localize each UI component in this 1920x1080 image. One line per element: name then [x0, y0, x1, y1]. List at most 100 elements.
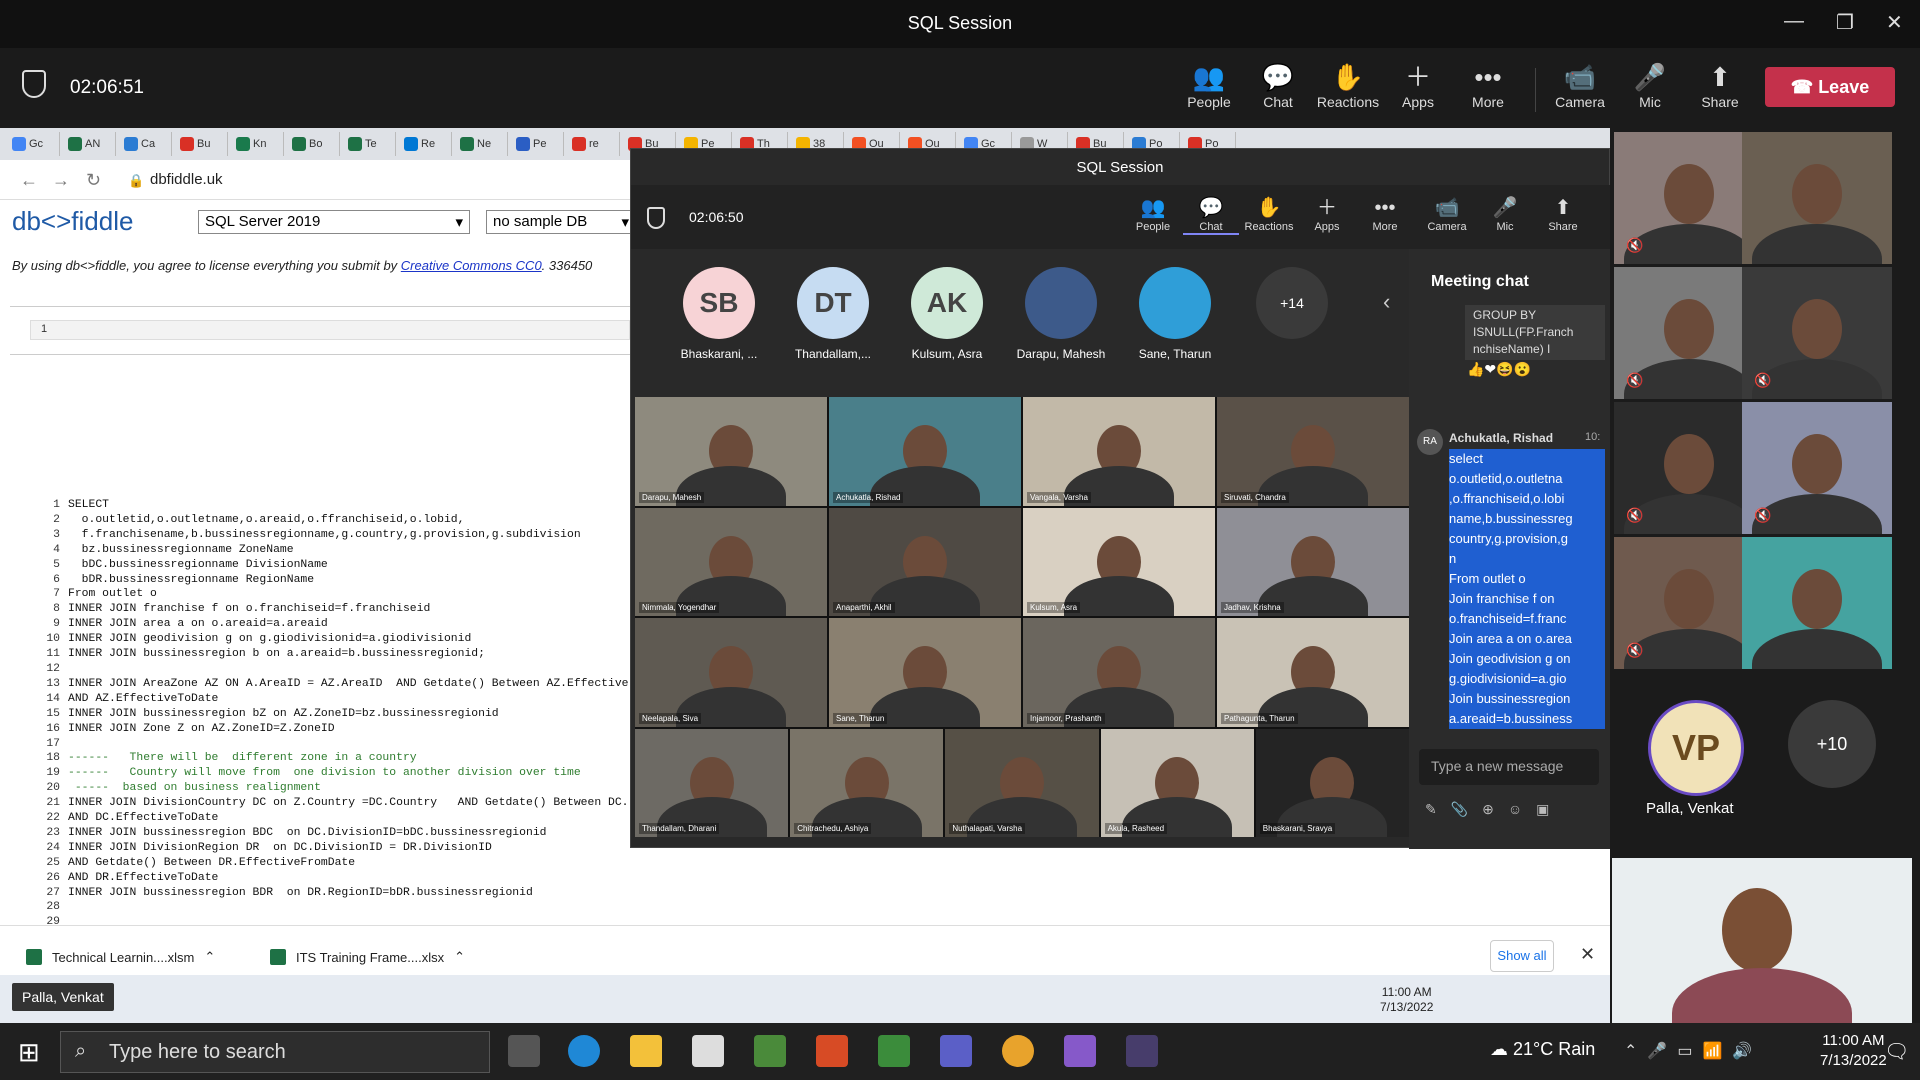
participant-video-tile[interactable]: Neelapala, Siva — [635, 618, 827, 727]
app-icon[interactable] — [754, 1035, 786, 1067]
browser-tab[interactable]: Kn — [232, 132, 284, 156]
teams-icon[interactable] — [940, 1035, 972, 1067]
browser-tab[interactable]: Gc — [8, 132, 60, 156]
participant-video-tile[interactable]: Injamoor, Prashanth — [1022, 618, 1215, 727]
terminal-icon[interactable] — [1126, 1035, 1158, 1067]
participant-video-tile[interactable]: Akula, Rasheed — [1100, 728, 1254, 837]
more-participants-button[interactable]: +14 — [1256, 267, 1328, 339]
share-button[interactable]: ⬆ Share — [1535, 195, 1591, 233]
people-button[interactable]: 👥 People — [1125, 195, 1181, 233]
browser-tab[interactable]: re — [568, 132, 620, 156]
windows-start-icon[interactable]: ⊞ — [18, 1037, 40, 1068]
chevron-up-icon[interactable]: ⌃ — [454, 949, 465, 965]
participant-video-tile[interactable]: Sane, Tharun — [828, 618, 1021, 727]
browser-tab[interactable]: Re — [400, 132, 452, 156]
browser-tab[interactable]: Bu — [176, 132, 228, 156]
more-button[interactable]: ••• More — [1357, 195, 1413, 233]
forward-icon[interactable]: → — [52, 170, 70, 191]
editor-batch-1[interactable]: 1 — [30, 320, 630, 340]
close-icon[interactable]: ✕ — [1886, 10, 1903, 35]
show-all-button[interactable]: Show all — [1490, 940, 1554, 972]
participant-video-tile[interactable]: 🔇 — [1742, 402, 1892, 534]
chat-button[interactable]: 💬 Chat — [1183, 195, 1239, 235]
participant-video-tile[interactable] — [1742, 132, 1892, 264]
participant-video-tile[interactable]: Siruvati, Chandra — [1216, 397, 1409, 506]
apps-button[interactable]: ＋ Apps — [1299, 195, 1355, 233]
participant-avatar[interactable]: DT Thandallam,... — [773, 267, 893, 361]
apps-button[interactable]: ＋ Apps — [1383, 60, 1453, 110]
browser-tab[interactable]: Bo — [288, 132, 340, 156]
participant-video-tile[interactable]: Thandallam, Dharani — [635, 728, 789, 837]
engine-select[interactable]: SQL Server 2019 — [198, 210, 470, 234]
browser-tab[interactable]: Ne — [456, 132, 508, 156]
tray-icons[interactable]: ⌃🎤▭📶🔊 — [1624, 1041, 1762, 1061]
restore-icon[interactable]: ❐ — [1836, 10, 1854, 35]
file-explorer-icon[interactable] — [630, 1035, 662, 1067]
clock[interactable]: 11:00 AM 7/13/2022 — [1820, 1031, 1887, 1071]
participant-video-tile[interactable]: Nimmala, Yogendhar — [635, 507, 827, 616]
mic-button[interactable]: 🎤 Mic — [1615, 60, 1685, 110]
participant-video-tile[interactable] — [1742, 537, 1892, 669]
message-input[interactable]: Type a new message — [1419, 749, 1599, 785]
app-icon[interactable] — [878, 1035, 910, 1067]
weather-widget[interactable]: ☁ 21°C Rain — [1490, 1039, 1595, 1060]
camera-button[interactable]: 📹 Camera — [1545, 60, 1615, 110]
search-box[interactable]: ⌕ Type here to search — [60, 1031, 490, 1073]
share-button[interactable]: ⬆ Share — [1685, 60, 1755, 110]
chrome-icon[interactable] — [1002, 1035, 1034, 1067]
participant-video-tile[interactable]: Kulsum, Asra — [1022, 507, 1215, 616]
office-icon[interactable] — [816, 1035, 848, 1067]
participant-video-tile[interactable]: Pathagunta, Tharun — [1216, 618, 1409, 727]
chevron-up-icon[interactable]: ⌃ — [204, 949, 215, 965]
notifications-icon[interactable]: 🗨 — [1884, 1039, 1909, 1064]
more-participants-button[interactable]: +10 — [1788, 700, 1876, 788]
browser-tab[interactable]: Te — [344, 132, 396, 156]
back-icon[interactable]: ← — [20, 170, 38, 191]
download-item[interactable]: Technical Learnin....xlsm ⌃ — [26, 939, 215, 975]
participant-video-tile[interactable]: Vangala, Varsha — [1022, 397, 1215, 506]
participant-avatar[interactable]: SB Bhaskarani, ... — [659, 267, 779, 361]
participant-video-tile[interactable]: Nuthalapati, Varsha — [945, 728, 1099, 837]
chat-message[interactable]: select o.outletid,o.outletna ,o.ffranchise… — [1449, 449, 1605, 751]
reactions-button[interactable]: ✋ Reactions — [1313, 60, 1383, 110]
participant-video-tile[interactable]: Jadhav, Krishna — [1216, 507, 1409, 616]
cc0-link[interactable]: Creative Commons CC0 — [401, 258, 542, 273]
more-button[interactable]: ••• More — [1453, 60, 1523, 110]
dbfiddle-logo[interactable]: db<>fiddle — [12, 206, 133, 237]
camera-button[interactable]: 📹 Camera — [1419, 195, 1475, 233]
participant-avatar[interactable]: Darapu, Mahesh — [1001, 267, 1121, 361]
participant-video-tile[interactable]: Bhaskarani, Sravya — [1255, 728, 1409, 837]
chat-button[interactable]: 💬 Chat — [1243, 60, 1313, 110]
person-silhouette — [1664, 433, 1714, 494]
mic-button[interactable]: 🎤 Mic — [1477, 195, 1533, 233]
sample-select[interactable]: no sample DB — [486, 210, 636, 234]
download-item[interactable]: ITS Training Frame....xlsx ⌃ — [270, 939, 465, 975]
avatar[interactable]: VP — [1648, 700, 1744, 796]
visual-studio-icon[interactable] — [1064, 1035, 1096, 1067]
minimize-icon[interactable]: — — [1784, 10, 1804, 33]
people-button[interactable]: 👥 People — [1174, 60, 1244, 110]
reactions-button[interactable]: ✋ Reactions — [1241, 195, 1297, 233]
browser-tab[interactable]: AN — [64, 132, 116, 156]
mail-icon[interactable] — [692, 1035, 724, 1067]
reload-icon[interactable]: ↻ — [86, 170, 101, 191]
task-view-icon[interactable] — [508, 1035, 540, 1067]
url-text[interactable]: dbfiddle.uk — [150, 171, 223, 188]
favicon-icon — [348, 137, 362, 151]
edge-icon[interactable] — [568, 1035, 600, 1067]
participant-video-tile[interactable]: Chitrachedu, Ashiya — [790, 728, 944, 837]
participant-avatar[interactable]: Sane, Tharun — [1115, 267, 1235, 361]
participant-video-tile[interactable]: Achukatla, Rishad — [828, 397, 1021, 506]
participant-video-tile[interactable]: Anaparthi, Akhil — [828, 507, 1021, 616]
participant-video-tile[interactable]: Darapu, Mahesh — [635, 397, 827, 506]
participant-avatar[interactable]: AK Kulsum, Asra — [887, 267, 1007, 361]
compose-icons[interactable]: ✎📎⊕☺▣ — [1425, 801, 1563, 818]
leave-button[interactable]: ☎ Leave — [1765, 67, 1895, 107]
browser-tab[interactable]: Ca — [120, 132, 172, 156]
close-icon[interactable]: ✕ — [1580, 944, 1595, 965]
participant-video-tile[interactable]: 🔇 — [1742, 267, 1892, 399]
browser-tab[interactable]: Pe — [512, 132, 564, 156]
code-line: AND AZ.EffectiveToDate — [68, 692, 219, 705]
chevron-left-icon[interactable]: ‹ — [1383, 289, 1390, 315]
reaction-icons[interactable]: 👍❤😆😮 — [1467, 361, 1531, 378]
